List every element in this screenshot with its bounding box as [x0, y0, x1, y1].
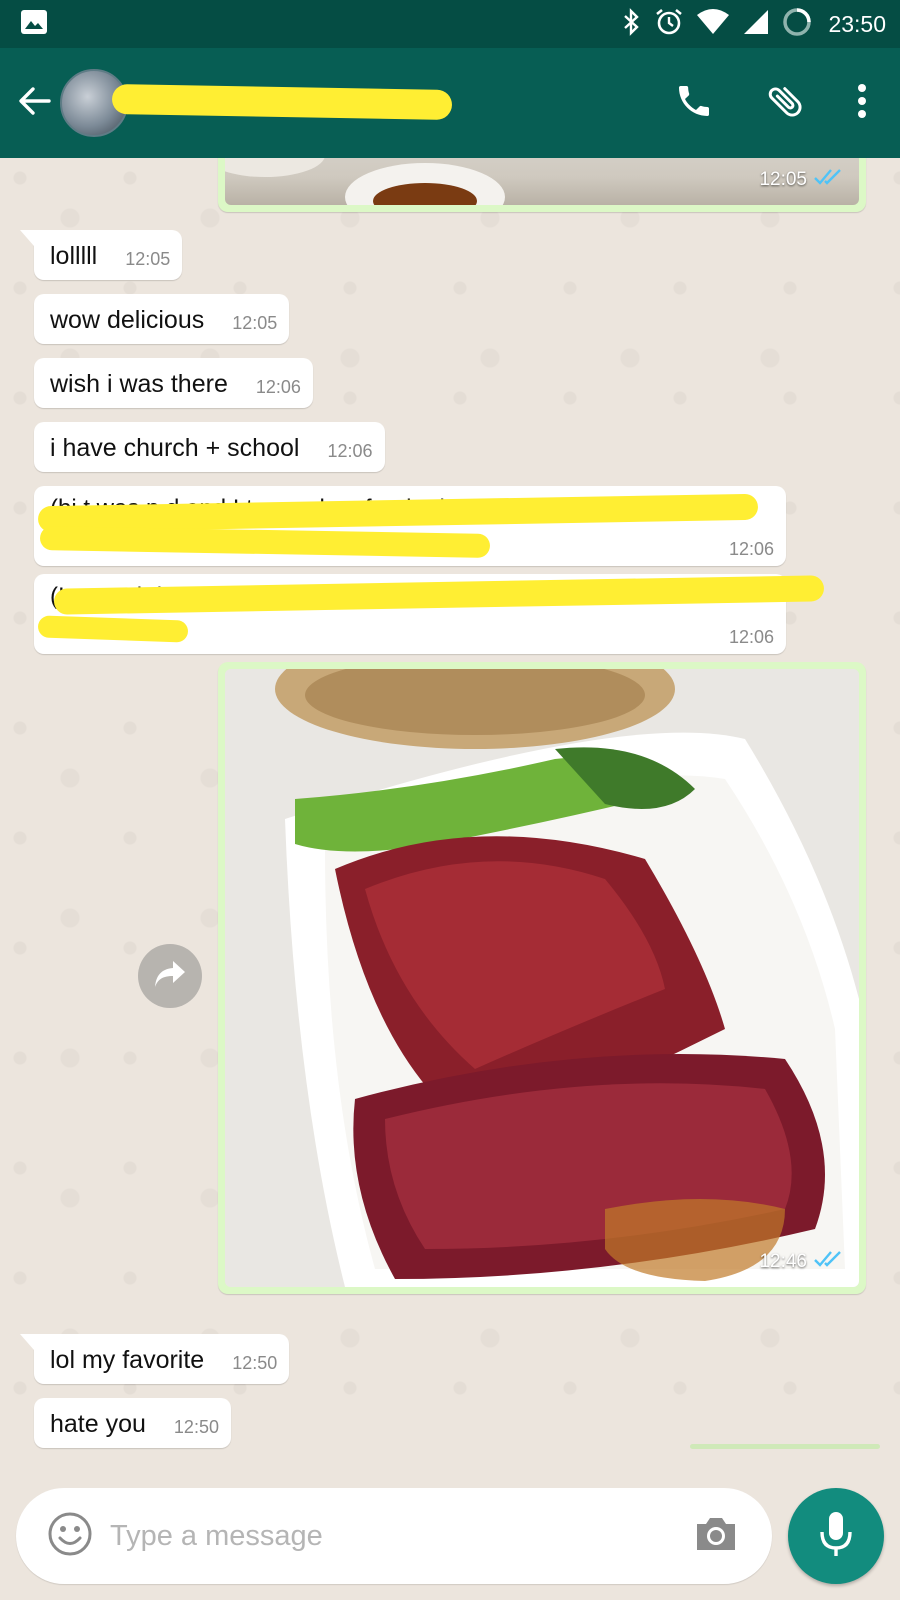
contact-name[interactable]: [132, 83, 462, 123]
message-time: 12:05: [125, 249, 171, 269]
image-message-outgoing[interactable]: 12:46: [218, 662, 866, 1294]
back-arrow-icon: [17, 84, 51, 123]
double-check-icon: [813, 1249, 843, 1275]
incoming-message-redacted[interactable]: (I we g d dn't t h t down 12:06: [34, 574, 825, 654]
voice-record-button[interactable]: [788, 1488, 884, 1584]
incoming-message[interactable]: lolllll 12:05: [19, 230, 183, 280]
status-time: 23:50: [828, 10, 886, 37]
emoji-button[interactable]: [40, 1506, 100, 1566]
food-photo[interactable]: 12:05: [225, 158, 859, 205]
input-bar: [0, 1460, 900, 1600]
more-options-button[interactable]: [832, 63, 892, 143]
incoming-message[interactable]: hate you 12:50: [34, 1398, 231, 1448]
message-time: 12:06: [728, 539, 774, 559]
message-time: 12:06: [728, 627, 774, 647]
chat-area[interactable]: 12:05 lolllll 12:05 wow delicious 12:05 …: [0, 158, 900, 1460]
message-time: 12:06: [327, 441, 373, 461]
message-time: 12:05: [232, 313, 278, 333]
incoming-message[interactable]: lol my favorite 12:50: [19, 1334, 290, 1384]
message-composer[interactable]: [16, 1488, 772, 1584]
message-time: 12:50: [173, 1417, 219, 1437]
message-input[interactable]: [110, 1519, 684, 1553]
paperclip-icon: [765, 80, 807, 127]
emoji-icon: [47, 1511, 93, 1562]
back-button[interactable]: [6, 63, 62, 143]
forward-button[interactable]: [138, 944, 202, 1008]
double-check-icon: [813, 167, 843, 193]
app-bar: [0, 48, 900, 158]
bluetooth-icon: [622, 7, 642, 41]
food-photo[interactable]: 12:46: [225, 669, 859, 1287]
message-time: 12:46: [759, 1251, 807, 1272]
outgoing-bubble-edge: [690, 1444, 880, 1449]
incoming-message[interactable]: i have church + school 12:06: [34, 422, 385, 472]
message-text: hate you: [50, 1410, 146, 1438]
alarm-icon: [654, 7, 684, 42]
phone-icon: [674, 81, 714, 126]
message-text: wow delicious: [50, 306, 205, 334]
call-button[interactable]: [648, 63, 740, 143]
image-message-outgoing[interactable]: 12:05: [218, 158, 866, 212]
camera-icon: [693, 1514, 739, 1559]
image-icon: [20, 9, 48, 40]
more-vert-icon: [857, 83, 867, 124]
message-text: lolllll: [50, 242, 98, 270]
incoming-message-redacted[interactable]: (bi t was p d and I two orders for the i…: [34, 486, 786, 566]
battery-icon: [782, 7, 812, 42]
message-text: i have church + school: [50, 434, 300, 462]
status-bar: 23:50: [0, 0, 900, 48]
camera-button[interactable]: [684, 1504, 748, 1568]
microphone-icon: [818, 1510, 854, 1563]
wifi-icon: [696, 8, 730, 40]
message-text: wish i was there: [50, 370, 228, 398]
forward-arrow-icon: [153, 959, 187, 994]
attach-button[interactable]: [740, 63, 832, 143]
message-text: lol my favorite: [50, 1346, 205, 1374]
signal-icon: [742, 8, 770, 41]
message-time: 12:50: [232, 1353, 278, 1373]
message-time: 12:06: [255, 377, 301, 397]
incoming-message[interactable]: wish i was there 12:06: [34, 358, 313, 408]
incoming-message[interactable]: wow delicious 12:05: [34, 294, 290, 344]
message-time: 12:05: [759, 169, 807, 190]
